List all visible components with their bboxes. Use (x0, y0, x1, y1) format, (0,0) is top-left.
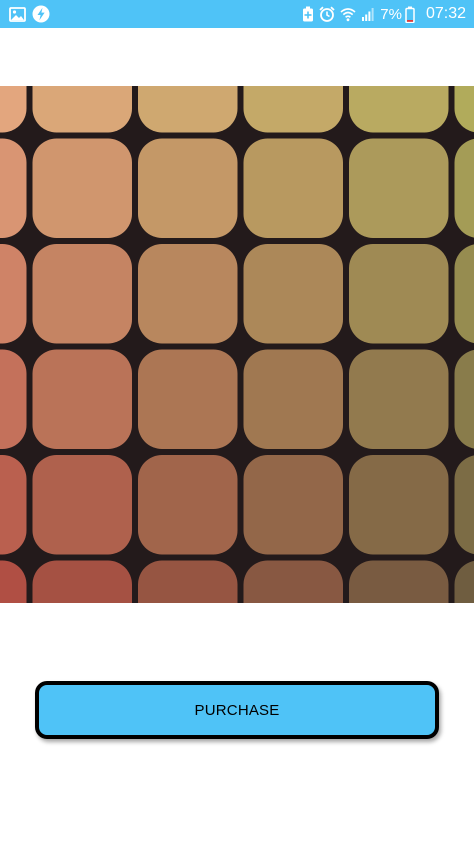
purchase-button[interactable]: PURCHASE (35, 681, 439, 739)
tile (243, 455, 343, 555)
tile (0, 349, 27, 449)
tile (138, 455, 238, 555)
tile (32, 86, 132, 133)
tile (32, 349, 132, 449)
tile (0, 455, 27, 555)
tile (32, 244, 132, 344)
clock: 07:32 (425, 5, 466, 22)
status-bar: 7% 07:32 (0, 0, 474, 28)
tile (32, 138, 132, 238)
battery-saver-icon (302, 6, 314, 22)
tile (349, 86, 449, 133)
signal-icon (361, 7, 375, 21)
purchase-button-label: PURCHASE (194, 701, 280, 719)
tile (454, 244, 474, 344)
tile (243, 349, 343, 449)
tile (349, 138, 449, 238)
wifi-icon (340, 7, 356, 22)
tile (138, 560, 238, 603)
tile (0, 138, 27, 238)
tile (454, 138, 474, 238)
image-icon (9, 6, 26, 22)
tile (138, 138, 238, 238)
status-bar-left (9, 5, 50, 23)
tile (349, 455, 449, 555)
tile (243, 244, 343, 344)
purchase-button-container: PURCHASE (35, 681, 439, 739)
tile (138, 349, 238, 449)
tile (349, 244, 449, 344)
lightning-badge-icon (32, 5, 50, 23)
tile (349, 349, 449, 449)
tile (454, 455, 474, 555)
tile (349, 560, 449, 603)
tile-grid-image (0, 86, 474, 603)
tile (243, 560, 343, 603)
tile (138, 86, 238, 133)
tile (32, 560, 132, 603)
tile (138, 244, 238, 344)
tile (0, 244, 27, 344)
tile (243, 138, 343, 238)
alarm-icon (319, 6, 335, 22)
product-artwork (0, 86, 474, 603)
status-bar-right: 7% 07:32 (302, 5, 466, 23)
battery-percent: 7% (380, 5, 402, 23)
tile (454, 349, 474, 449)
tile (243, 86, 343, 133)
tile (32, 455, 132, 555)
battery-low-icon (405, 6, 415, 23)
